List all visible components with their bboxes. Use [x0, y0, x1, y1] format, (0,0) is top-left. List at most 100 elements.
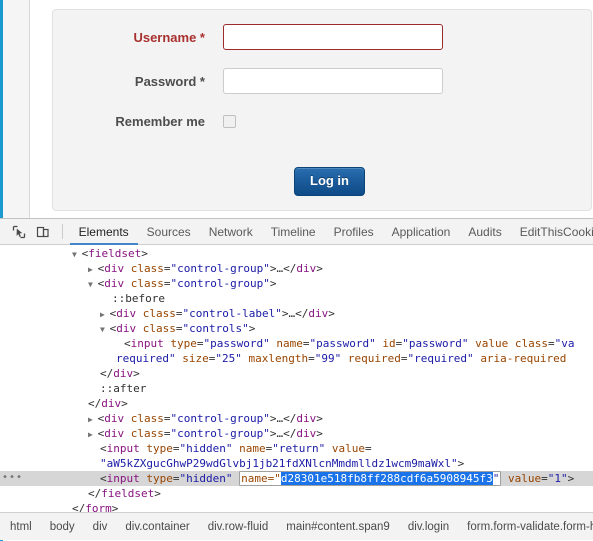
- dom-tree-row[interactable]: ▶ <div class="control-group">…</div>: [0, 426, 593, 441]
- dom-token-tag: div: [296, 412, 317, 425]
- dom-token-attrv: "controls": [182, 322, 249, 335]
- attribute-edit-field[interactable]: name="d28301e518fb8ff288cdf6a5908945f3": [239, 471, 502, 486]
- devtools-tab-audits[interactable]: Audits: [459, 219, 510, 245]
- attribute-value-selected-text[interactable]: d28301e518fb8ff288cdf6a5908945f3: [280, 472, 493, 485]
- dom-token-tag: div: [104, 277, 125, 290]
- breadcrumb-item[interactable]: form.form-validate.form-horizont: [458, 521, 593, 533]
- devtools-tab-elements[interactable]: Elements: [69, 219, 138, 245]
- username-label: Username *: [133, 29, 205, 45]
- remember-me-label: Remember me: [115, 114, 205, 129]
- dom-token-tag: fieldset: [88, 247, 142, 260]
- dom-token-attrv: "99": [314, 352, 342, 365]
- twisty-expanded-icon[interactable]: ▼: [72, 250, 82, 259]
- login-button[interactable]: Log in: [294, 167, 365, 197]
- dom-token-punct: =: [175, 322, 183, 335]
- dom-tree-row[interactable]: ▼ <div class="controls">: [0, 321, 593, 336]
- dom-token-punct: [136, 322, 143, 335]
- dom-token-punct: >: [316, 262, 323, 275]
- dom-tree-row[interactable]: ::before: [0, 291, 593, 306]
- dom-token-tag: div: [296, 262, 317, 275]
- devtools-toolbar: Elements Sources Network Timeline Profiles Ap…: [0, 219, 593, 245]
- dom-tree-row[interactable]: ▼ <fieldset>: [0, 246, 593, 261]
- breadcrumb-item[interactable]: div.row-fluid: [199, 521, 278, 533]
- remember-me-form-row: Remember me: [53, 114, 236, 129]
- dom-token-tag: div: [104, 427, 125, 440]
- password-input[interactable]: [223, 68, 443, 94]
- dom-token-punct: =: [172, 442, 180, 455]
- dom-token-punct: =: [163, 262, 171, 275]
- dom-tree-row-selected[interactable]: ••• <input type="hidden" name="d28301e518…: [0, 471, 593, 486]
- dom-token-attrn: required: [347, 352, 401, 365]
- devtools-tab-sources[interactable]: Sources: [138, 219, 200, 245]
- dom-tree-row[interactable]: </div>: [0, 366, 593, 381]
- dom-tree-row[interactable]: "aW5kZXgucGhwP29wdGlvbj1jb21fdXNlcnMmdml…: [0, 456, 593, 471]
- dom-breadcrumb-bar: html body div div.container div.row-fluid mai…: [0, 512, 593, 540]
- dom-token-punct: =: [163, 427, 171, 440]
- dom-tree-row[interactable]: ▶ <div class="control-group">…</div>: [0, 411, 593, 426]
- dom-token-attrv: "password": [402, 337, 469, 350]
- dom-token-punct: >: [133, 367, 140, 380]
- page-left-gutter: [3, 0, 30, 218]
- dom-token-punct: >: [328, 307, 335, 320]
- dom-tree-row[interactable]: ▶ <div class="control-group">…</div>: [0, 261, 593, 276]
- device-toolbar-icon[interactable]: [32, 222, 53, 242]
- dom-token-tag: div: [104, 412, 125, 425]
- dom-token-attrv: "1": [547, 472, 568, 485]
- dom-token-attrn: class: [130, 427, 164, 440]
- screenshot-root: Username * Password * Remember me Log in: [0, 0, 593, 541]
- dom-token-punct: >…</: [269, 427, 297, 440]
- dom-tree-row[interactable]: </fieldset>: [0, 486, 593, 501]
- dom-token-attrv: "control-label": [182, 307, 282, 320]
- dom-token-attrn: value: [331, 442, 365, 455]
- dom-token-punct: =: [547, 337, 555, 350]
- dom-token-punct: <: [100, 442, 107, 455]
- dom-token-attrn: size: [182, 352, 209, 365]
- dom-token-punct: =: [175, 307, 183, 320]
- inspect-cursor-icon[interactable]: [8, 222, 29, 242]
- devtools-tab-profiles[interactable]: Profiles: [325, 219, 383, 245]
- dom-token-punct: >: [141, 247, 148, 260]
- password-label: Password *: [134, 73, 205, 89]
- login-panel: Username * Password * Remember me Log in: [52, 9, 592, 211]
- twisty-expanded-icon[interactable]: ▼: [100, 325, 110, 334]
- dom-tree-row[interactable]: ▼ <div class="control-group">: [0, 276, 593, 291]
- dom-token-punct: =: [163, 412, 171, 425]
- breadcrumb-item[interactable]: body: [41, 521, 84, 533]
- twisty-collapsed-icon[interactable]: ▶: [88, 430, 98, 439]
- dom-token-punct: [124, 412, 131, 425]
- dom-token-attrv: "control-group": [170, 262, 270, 275]
- devtools-tab-application[interactable]: Application: [383, 219, 460, 245]
- twisty-collapsed-icon[interactable]: ▶: [88, 265, 98, 274]
- dom-token-tag: div: [116, 307, 137, 320]
- twisty-collapsed-icon[interactable]: ▶: [100, 310, 110, 319]
- dom-tree-row[interactable]: required" size="25" maxlength="99" requi…: [0, 351, 593, 366]
- twisty-collapsed-icon[interactable]: ▶: [88, 415, 98, 424]
- twisty-expanded-icon[interactable]: ▼: [88, 280, 98, 289]
- devtools-tab-network[interactable]: Network: [200, 219, 262, 245]
- breadcrumb-item[interactable]: div: [84, 521, 117, 533]
- devtools-tab-timeline[interactable]: Timeline: [262, 219, 325, 245]
- dom-token-attrv: "return": [272, 442, 326, 455]
- password-form-row: Password *: [53, 68, 443, 94]
- dom-tree-row[interactable]: <input type="hidden" name="return" value…: [0, 441, 593, 456]
- breadcrumb-item[interactable]: div.container: [116, 521, 198, 533]
- dom-token-punct: >: [457, 457, 465, 470]
- dom-token-punct: >: [316, 427, 323, 440]
- breadcrumb-item[interactable]: main#content.span9: [277, 521, 399, 533]
- breadcrumb-item[interactable]: div.login: [399, 521, 458, 533]
- dom-tree-row[interactable]: <input type="password" name="password" i…: [0, 336, 593, 351]
- devtools-tab-editthiscookie[interactable]: EditThisCookie: [511, 219, 593, 245]
- dom-tree-row[interactable]: ::after: [0, 381, 593, 396]
- breadcrumb-item[interactable]: html: [10, 521, 41, 533]
- username-input[interactable]: [223, 24, 443, 50]
- dom-token-attrv: "password": [309, 337, 376, 350]
- dom-tree-row[interactable]: ▶ <div class="control-label">…</div>: [0, 306, 593, 321]
- dom-token-punct: >: [269, 277, 277, 290]
- dom-tree-row[interactable]: </div>: [0, 396, 593, 411]
- dom-token-tag: div: [296, 427, 317, 440]
- remember-me-checkbox[interactable]: [223, 115, 236, 128]
- toolbar-divider: [61, 224, 63, 239]
- row-overflow-ellipsis-icon[interactable]: •••: [2, 473, 23, 483]
- dom-tree-view[interactable]: ▼ <fieldset> ▶ <div class="control-group"…: [0, 245, 593, 513]
- dom-token-punct: [325, 442, 332, 455]
